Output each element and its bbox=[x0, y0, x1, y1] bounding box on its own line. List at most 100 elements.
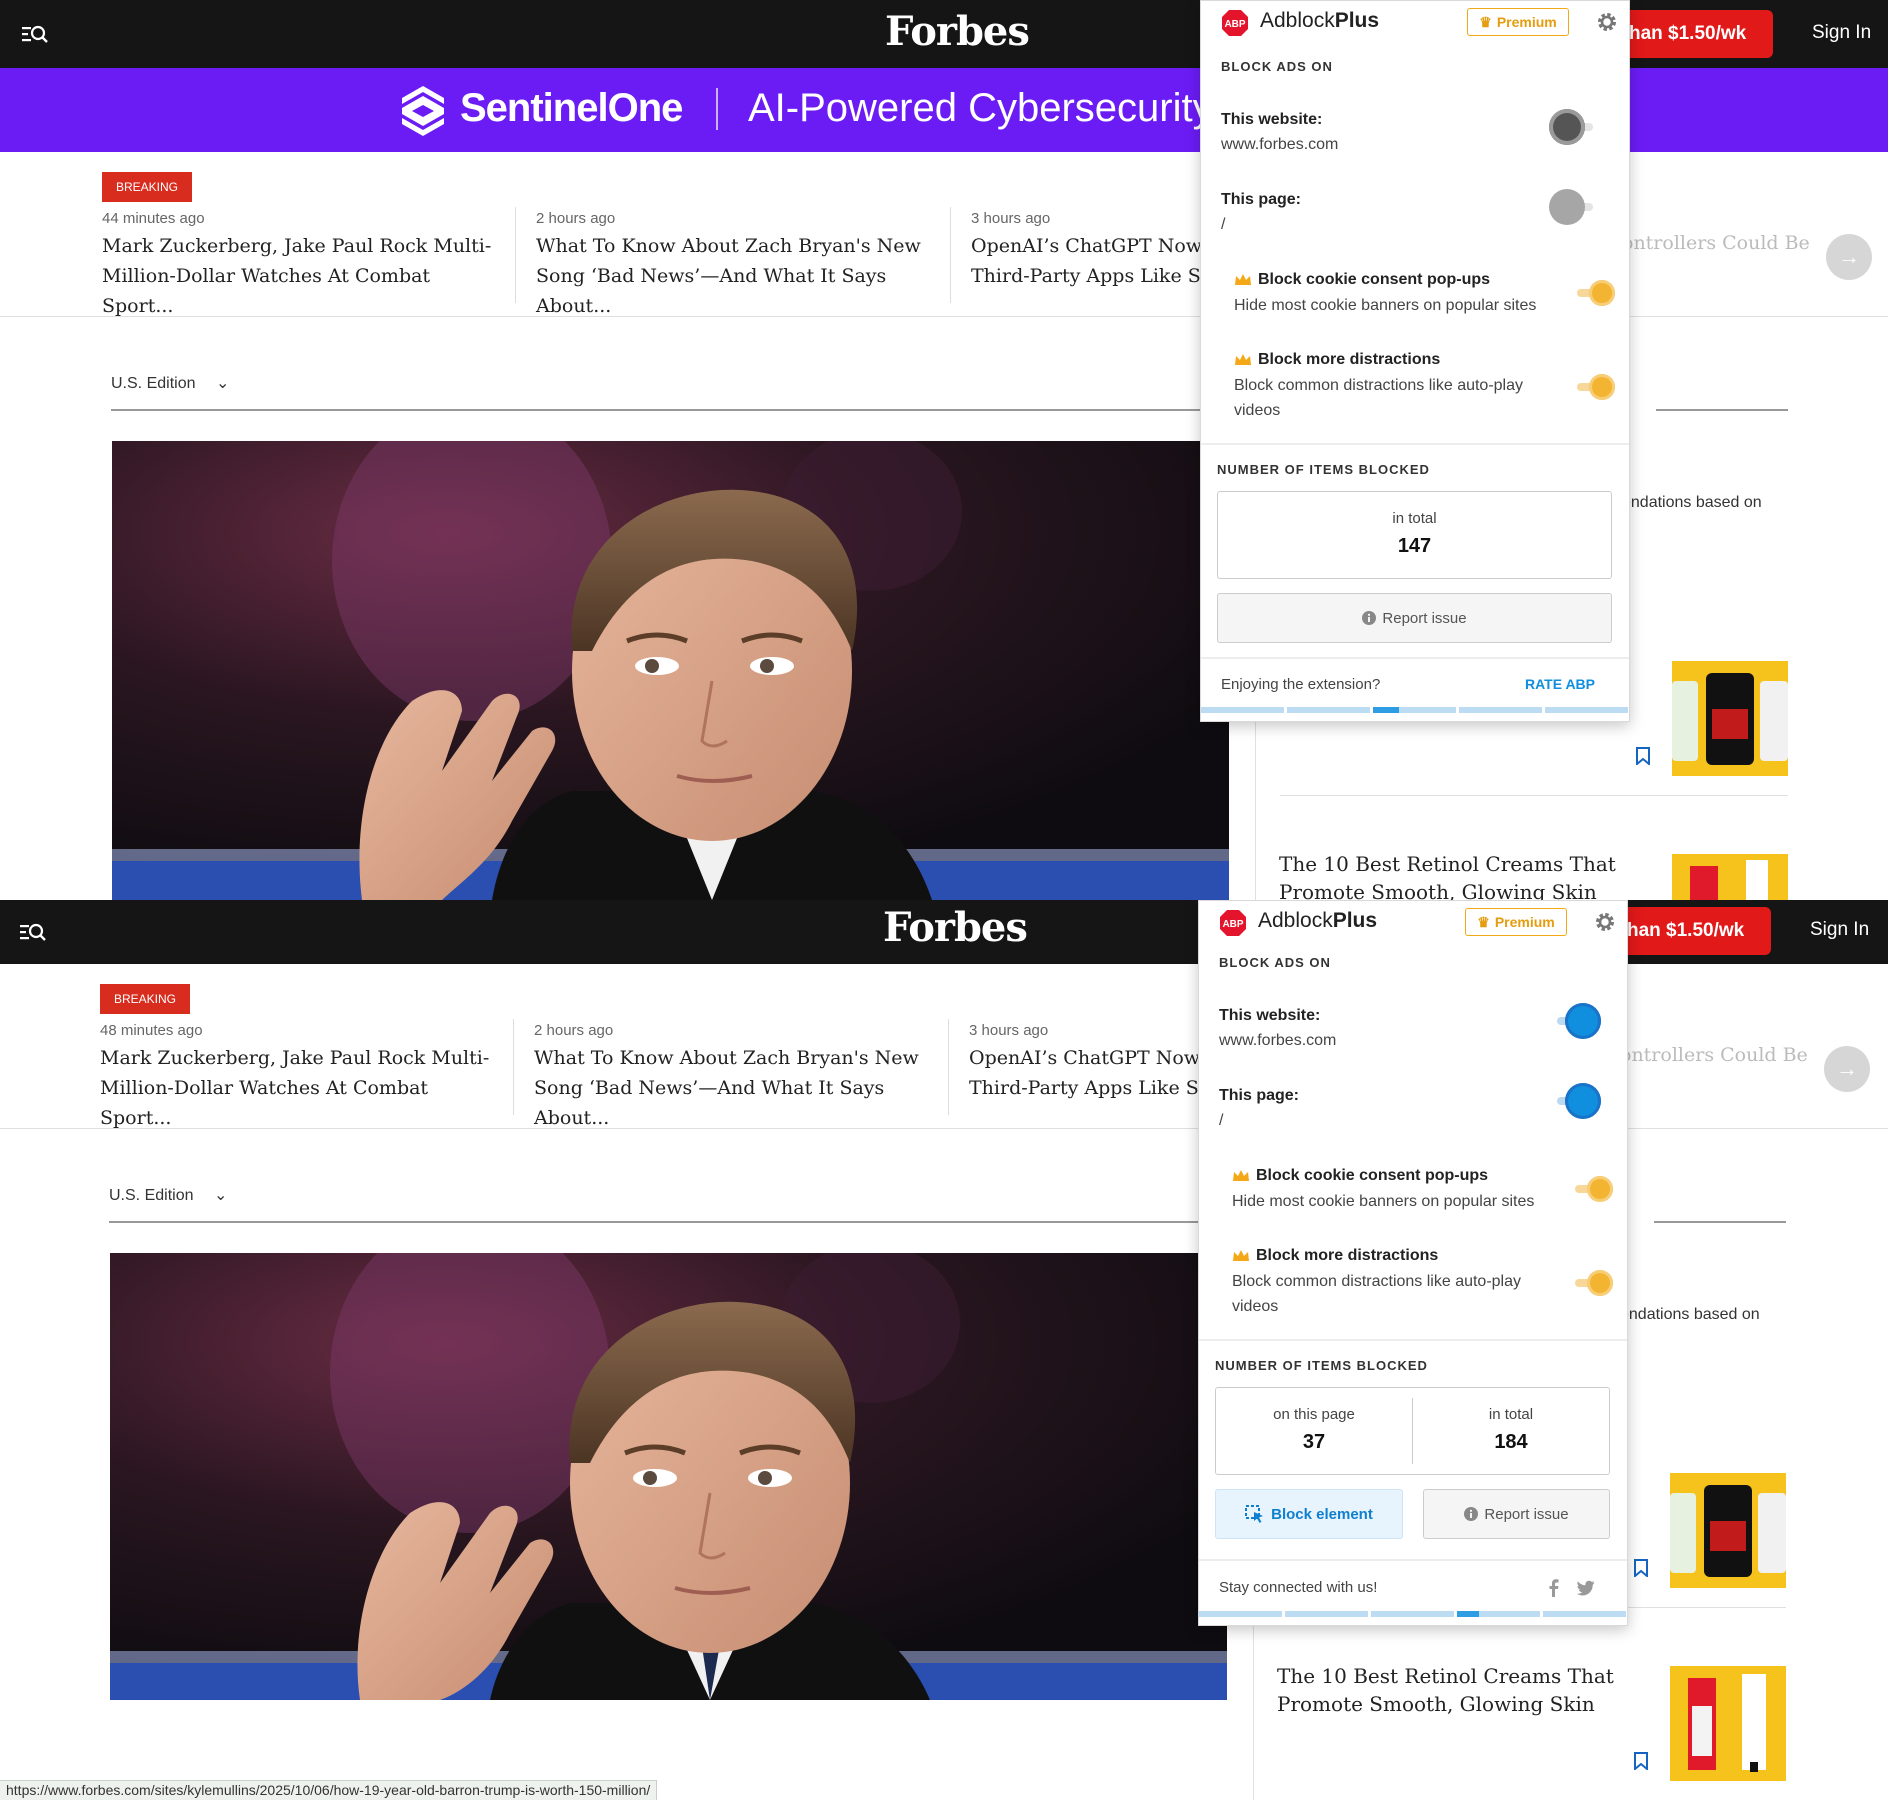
forbes-logo[interactable]: Forbes bbox=[885, 8, 1030, 55]
this-page-label: This page: bbox=[1219, 1087, 1300, 1104]
news-time: 44 minutes ago bbox=[102, 210, 205, 227]
report-issue-button[interactable]: Report issue bbox=[1217, 593, 1612, 643]
sign-in-link[interactable]: Sign In bbox=[1810, 919, 1869, 941]
breaking-badge: BREAKING bbox=[100, 984, 191, 1014]
menu-search-icon[interactable] bbox=[22, 22, 48, 46]
gear-icon[interactable] bbox=[1595, 10, 1619, 34]
crown-icon: ♛ bbox=[1479, 13, 1492, 30]
info-icon bbox=[1464, 1507, 1479, 1521]
edition-selector[interactable]: U.S. Edition ⌄ bbox=[109, 1185, 227, 1205]
ad-brand: SentinelOne bbox=[460, 86, 683, 130]
news-item[interactable]: 3 hours ago OpenAI’s ChatGPT Now Co Thir… bbox=[971, 210, 1201, 291]
news-item[interactable]: 3 hours ago OpenAI’s ChatGPT Now Co Thir… bbox=[969, 1022, 1199, 1103]
website-toggle[interactable] bbox=[1549, 109, 1601, 145]
cookie-popups-label: Block cookie consent pop-ups bbox=[1256, 1167, 1489, 1184]
breaking-badge: BREAKING bbox=[102, 172, 193, 202]
bookmark-icon[interactable] bbox=[1634, 1752, 1648, 1770]
edition-label: U.S. Edition bbox=[109, 1187, 194, 1204]
next-arrow-icon[interactable]: → bbox=[1824, 1046, 1870, 1092]
divider bbox=[1280, 795, 1788, 796]
news-item[interactable]: 2 hours ago What To Know About Zach Brya… bbox=[536, 210, 936, 321]
svg-text:ABP: ABP bbox=[1222, 919, 1243, 930]
hero-image[interactable] bbox=[110, 1253, 1227, 1700]
adblock-plus-popup: ABP AdblockPlus ♛ Premium BLOCK ADS ON Th… bbox=[1200, 0, 1630, 722]
website-toggle[interactable] bbox=[1549, 1003, 1601, 1039]
footer-text: Enjoying the extension? bbox=[1221, 676, 1381, 693]
website-value: www.forbes.com bbox=[1221, 136, 1339, 153]
news-item[interactable]: 2 hours ago What To Know About Zach Brya… bbox=[534, 1022, 934, 1133]
abp-divider bbox=[1199, 1339, 1627, 1341]
total-count: in total 147 bbox=[1218, 492, 1611, 578]
news-divider bbox=[950, 207, 951, 303]
blocked-count-box: in total 147 bbox=[1217, 491, 1612, 579]
block-element-icon bbox=[1245, 1505, 1264, 1523]
edition-selector[interactable]: U.S. Edition ⌄ bbox=[111, 373, 229, 393]
block-element-button[interactable]: Block element bbox=[1215, 1489, 1403, 1539]
distractions-label: Block more distractions bbox=[1258, 351, 1441, 368]
this-website-label: This website: bbox=[1219, 1007, 1321, 1024]
retinol-product-thumbnail[interactable] bbox=[1672, 854, 1788, 900]
protein-product-thumbnail[interactable] bbox=[1672, 661, 1788, 776]
status-bar-url: https://www.forbes.com/sites/kylemullins… bbox=[0, 1780, 658, 1800]
faded-news-title[interactable]: ontrollers Could Be bbox=[1620, 1044, 1808, 1066]
hero-image[interactable] bbox=[112, 441, 1229, 900]
screenshot-before: Forbes s than $1.50/wk Sign In SentinelO… bbox=[0, 0, 1888, 900]
total-count: in total 184 bbox=[1413, 1388, 1609, 1474]
sign-in-link[interactable]: Sign In bbox=[1812, 22, 1871, 44]
news-title[interactable]: OpenAI’s ChatGPT Now Co Third-Party Apps… bbox=[971, 231, 1201, 291]
edition-underline bbox=[1656, 409, 1788, 411]
edition-underline bbox=[1654, 1221, 1786, 1223]
news-item[interactable]: 48 minutes ago Mark Zuckerberg, Jake Pau… bbox=[100, 1022, 500, 1133]
cookie-popups-desc: Hide most cookie banners on popular site… bbox=[1232, 1193, 1535, 1210]
premium-button[interactable]: ♛ Premium bbox=[1467, 8, 1569, 36]
news-title[interactable]: What To Know About Zach Bryan's New Song… bbox=[534, 1043, 934, 1133]
items-blocked-label: NUMBER OF ITEMS BLOCKED bbox=[1215, 1358, 1428, 1373]
abp-logo-icon: ABP bbox=[1222, 10, 1248, 36]
svg-text:ABP: ABP bbox=[1224, 19, 1245, 30]
retinol-product-thumbnail[interactable] bbox=[1670, 1666, 1786, 1781]
report-issue-button[interactable]: Report issue bbox=[1423, 1489, 1610, 1539]
rate-abp-link[interactable]: RATE ABP bbox=[1525, 676, 1595, 692]
recommendations-text: endations based on bbox=[1620, 1306, 1760, 1323]
next-arrow-icon[interactable]: → bbox=[1826, 234, 1872, 280]
page-toggle[interactable] bbox=[1549, 1083, 1601, 1119]
news-divider bbox=[948, 1019, 949, 1115]
page-toggle[interactable] bbox=[1549, 189, 1601, 225]
faded-news-title[interactable]: ontrollers Could Be bbox=[1622, 232, 1810, 254]
twitter-icon[interactable] bbox=[1577, 1579, 1595, 1597]
crown-icon bbox=[1235, 354, 1251, 365]
side-article-title[interactable]: The 10 Best Retinol Creams That Promote … bbox=[1277, 1662, 1657, 1718]
bookmark-icon[interactable] bbox=[1634, 1559, 1648, 1577]
news-item[interactable]: 44 minutes ago Mark Zuckerberg, Jake Pau… bbox=[102, 210, 502, 321]
news-title[interactable]: Mark Zuckerberg, Jake Paul Rock Multi-Mi… bbox=[102, 231, 502, 321]
facebook-icon[interactable] bbox=[1545, 1579, 1563, 1597]
news-time: 48 minutes ago bbox=[100, 1022, 203, 1039]
gear-icon[interactable] bbox=[1593, 910, 1617, 934]
edition-underline bbox=[111, 409, 1201, 411]
premium-button[interactable]: ♛ Premium bbox=[1465, 908, 1567, 936]
crown-icon bbox=[1233, 1170, 1249, 1181]
block-ads-on-label: BLOCK ADS ON bbox=[1221, 59, 1333, 74]
news-title[interactable]: OpenAI’s ChatGPT Now Co Third-Party Apps… bbox=[969, 1043, 1199, 1103]
news-title[interactable]: What To Know About Zach Bryan's New Song… bbox=[536, 231, 936, 321]
total-number: 147 bbox=[1397, 535, 1432, 557]
protein-product-thumbnail[interactable] bbox=[1670, 1473, 1786, 1588]
cookie-popups-toggle[interactable] bbox=[1567, 1171, 1619, 1207]
chevron-down-icon: ⌄ bbox=[215, 375, 230, 392]
news-title[interactable]: Mark Zuckerberg, Jake Paul Rock Multi-Mi… bbox=[100, 1043, 500, 1133]
news-time: 2 hours ago bbox=[536, 210, 616, 227]
info-icon bbox=[1362, 611, 1377, 625]
rotation-progress bbox=[1201, 707, 1629, 715]
cookie-popups-toggle[interactable] bbox=[1569, 275, 1621, 311]
forbes-logo[interactable]: Forbes bbox=[883, 904, 1028, 951]
total-label: in total bbox=[1488, 1406, 1534, 1423]
distractions-toggle[interactable] bbox=[1567, 1265, 1619, 1301]
distractions-toggle[interactable] bbox=[1569, 369, 1621, 405]
bookmark-icon[interactable] bbox=[1636, 747, 1650, 765]
side-article-title[interactable]: The 10 Best Retinol Creams That Promote … bbox=[1279, 850, 1659, 900]
page-count: on this page 37 bbox=[1216, 1388, 1412, 1474]
menu-search-icon[interactable] bbox=[20, 920, 46, 944]
distractions-label: Block more distractions bbox=[1256, 1247, 1439, 1264]
abp-title: AdblockPlus bbox=[1258, 909, 1378, 932]
abp-divider bbox=[1199, 1559, 1627, 1561]
